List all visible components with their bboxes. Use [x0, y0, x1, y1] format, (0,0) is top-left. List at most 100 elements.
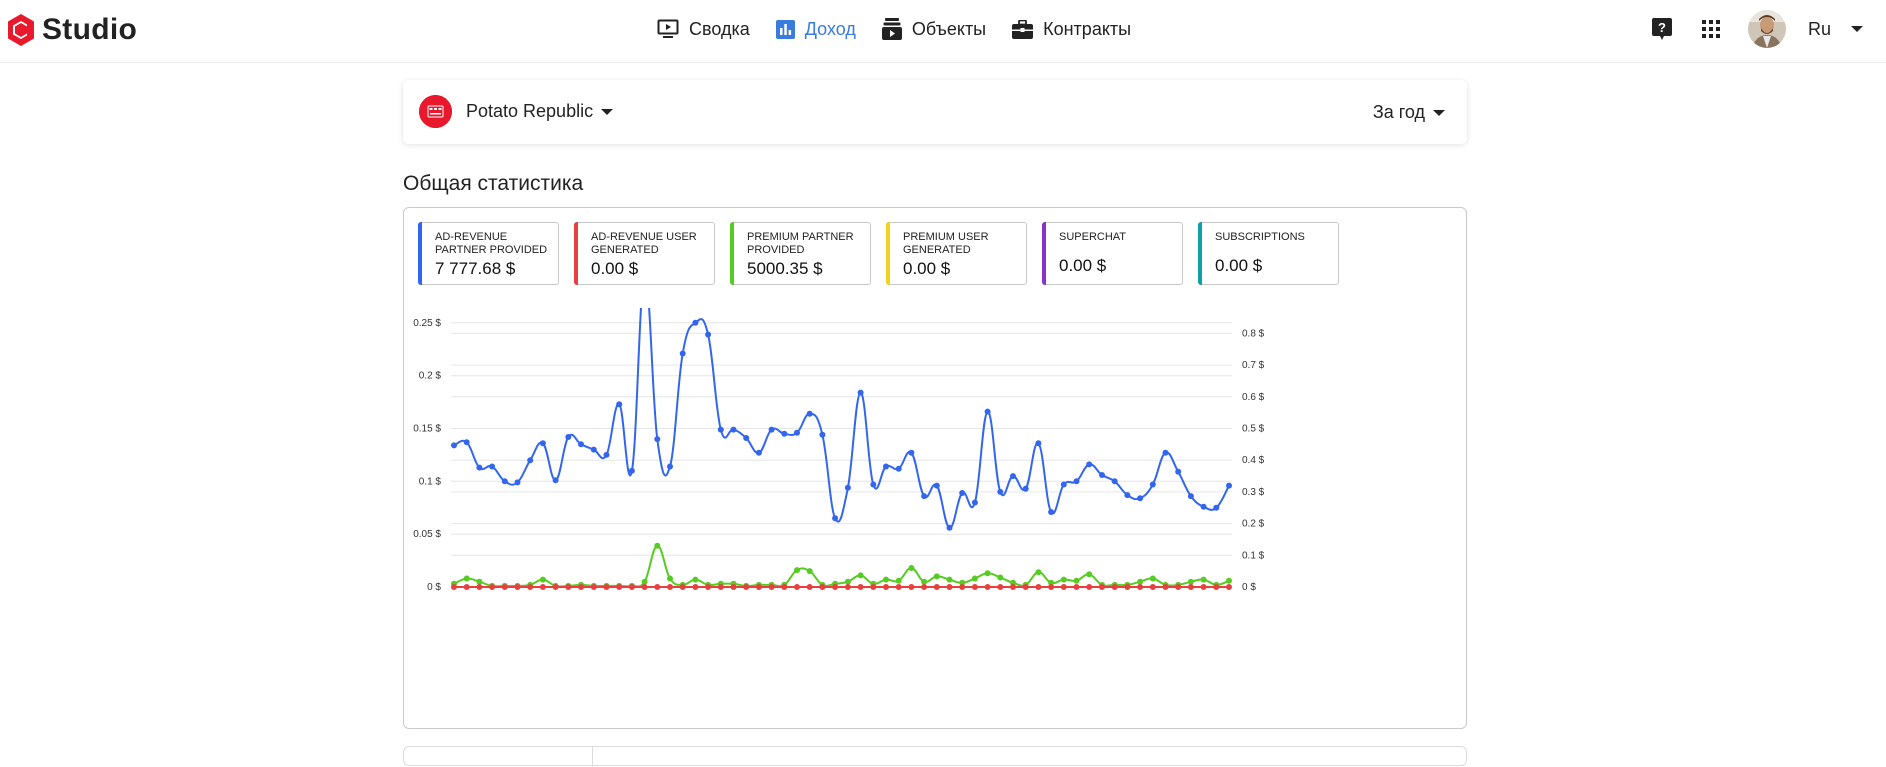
data-point [616, 584, 623, 590]
data-point [959, 584, 966, 590]
nav-item-contracts[interactable]: Контракты [1012, 19, 1131, 40]
avatar[interactable] [1748, 10, 1786, 48]
language-selector[interactable]: Ru [1808, 19, 1864, 40]
data-point [819, 431, 826, 438]
metric-card-ad-revenue-partner[interactable]: AD-REVENUE PARTNER PROVIDED 7 777.68 $ [418, 222, 559, 285]
chevron-down-icon [1851, 26, 1864, 32]
stats-card: AD-REVENUE PARTNER PROVIDED 7 777.68 $ A… [403, 207, 1467, 729]
nav-label-contracts: Контракты [1043, 18, 1132, 39]
studio-logo-icon [8, 14, 34, 46]
data-point [755, 584, 762, 590]
data-point [895, 584, 902, 590]
channel-dropdown[interactable]: Potato Republic [419, 95, 614, 128]
metric-color-bar [1042, 222, 1046, 285]
data-point [1060, 584, 1067, 590]
left-axis-tick-label: 0 $ [427, 582, 441, 593]
data-point [857, 584, 864, 590]
data-point [832, 584, 839, 590]
metric-card-premium-user[interactable]: PREMIUM USER GENERATED 0.00 $ [886, 222, 1027, 285]
left-axis-tick-label: 0.2 $ [419, 371, 442, 382]
data-point [1099, 584, 1105, 590]
data-point [946, 584, 953, 590]
top-bar: Studio Сводка Доход Объекты Контракты ? … [0, 0, 1886, 63]
data-point [1149, 584, 1156, 590]
data-point [971, 584, 978, 590]
data-point [883, 584, 889, 590]
data-point [1175, 468, 1182, 475]
metric-label: SUBSCRIPTIONS [1215, 231, 1305, 243]
nav-item-objects[interactable]: Объекты [881, 18, 986, 40]
data-point [1187, 578, 1194, 585]
data-point [717, 584, 724, 590]
chevron-down-icon [601, 108, 614, 115]
data-point [768, 426, 775, 433]
data-point [1111, 478, 1118, 485]
data-point [451, 584, 457, 590]
logo[interactable]: Studio [6, 12, 137, 48]
metric-color-bar [418, 222, 422, 285]
data-point [971, 575, 978, 582]
metric-card-superchat[interactable]: SUPERCHAT 0.00 $ [1042, 222, 1183, 285]
data-point [781, 584, 788, 590]
right-axis-tick-label: 0.7 $ [1242, 360, 1265, 371]
data-point [1086, 584, 1093, 590]
apps-grid-icon[interactable] [1699, 17, 1723, 41]
chevron-down-icon [1433, 109, 1445, 116]
nav-label-summary: Сводка [689, 18, 750, 39]
data-point [895, 577, 902, 584]
metric-value: 0.00 $ [903, 259, 951, 278]
metric-color-bar [1198, 222, 1202, 285]
section-title: Общая статистика [403, 172, 584, 195]
svg-text:?: ? [1658, 20, 1666, 35]
period-dropdown[interactable]: За год [1373, 102, 1445, 123]
data-point [1111, 584, 1118, 590]
data-point [1187, 493, 1194, 500]
left-axis-tick-label: 0.1 $ [419, 476, 442, 487]
data-point [844, 584, 851, 590]
data-point [552, 584, 559, 590]
help-icon[interactable]: ? [1650, 17, 1674, 41]
data-point [1060, 576, 1067, 583]
play-screen-icon [657, 19, 679, 38]
data-point [1137, 584, 1144, 590]
data-point [997, 584, 1004, 590]
data-point [705, 331, 712, 338]
nav-item-income[interactable]: Доход [775, 18, 856, 40]
data-point [565, 584, 572, 590]
metric-card-ad-revenue-user[interactable]: AD-REVENUE USER GENERATED 0.00 $ [574, 222, 715, 285]
right-axis-tick-label: 0.1 $ [1242, 550, 1265, 561]
data-point [908, 565, 915, 571]
data-point [1073, 577, 1080, 584]
data-point [628, 584, 635, 590]
data-point [1073, 584, 1080, 590]
divider [592, 747, 593, 767]
data-point [654, 542, 661, 549]
metric-value: 0.00 $ [1215, 256, 1263, 275]
data-point [908, 584, 915, 590]
metric-label: PREMIUM PARTNER PROVIDED [747, 231, 854, 256]
data-point [692, 584, 699, 590]
data-point [933, 584, 940, 590]
data-point [692, 576, 699, 583]
left-axis-tick-label: 0.05 $ [413, 529, 441, 540]
bottom-card [403, 746, 1467, 767]
data-point [730, 426, 737, 433]
metric-card-subscriptions[interactable]: SUBSCRIPTIONS 0.00 $ [1198, 222, 1339, 285]
data-point [1226, 482, 1232, 489]
data-point [1149, 481, 1156, 488]
data-point [679, 350, 686, 357]
data-point [667, 584, 673, 590]
nav-label-income: Доход [804, 18, 856, 39]
data-point [1162, 449, 1169, 456]
data-point [1048, 584, 1055, 590]
data-point [1086, 461, 1093, 468]
metric-card-premium-partner[interactable]: PREMIUM PARTNER PROVIDED 5000.35 $ [730, 222, 871, 285]
data-point [1124, 492, 1131, 499]
nav-item-summary[interactable]: Сводка [657, 19, 750, 40]
data-point [870, 584, 877, 590]
data-point [616, 401, 623, 408]
bar-chart-icon [775, 19, 795, 39]
series-line [453, 274, 1230, 529]
data-point [1137, 578, 1144, 585]
data-point [1149, 575, 1156, 582]
